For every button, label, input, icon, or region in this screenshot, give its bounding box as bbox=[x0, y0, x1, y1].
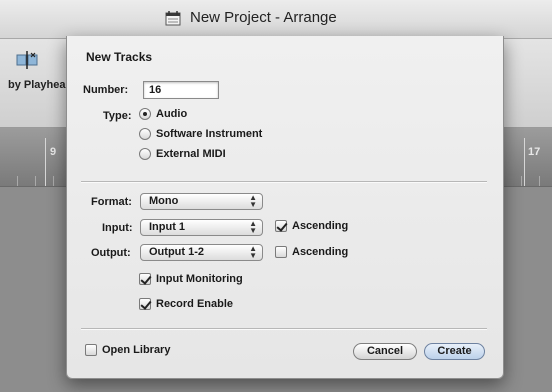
type-option-label: Audio bbox=[156, 108, 188, 120]
new-tracks-dialog: New Tracks Number: 16 Type: Audio Softwa… bbox=[66, 36, 504, 379]
checkbox-label: Input Monitoring bbox=[156, 273, 243, 285]
section-divider bbox=[81, 181, 487, 183]
window-titlebar: New Project - Arrange bbox=[0, 0, 552, 39]
checkbox-unchecked-icon bbox=[275, 246, 287, 258]
output-popup-value: Output 1-2 bbox=[149, 246, 204, 258]
checkbox-checked-icon bbox=[275, 220, 287, 232]
type-option-label: External MIDI bbox=[156, 148, 226, 160]
output-ascending-checkbox[interactable]: Ascending bbox=[275, 246, 348, 258]
window-title: New Project - Arrange bbox=[190, 9, 337, 26]
ruler-mark-9: 9 bbox=[50, 146, 57, 158]
input-label: Input: bbox=[102, 222, 133, 234]
radio-selected-icon bbox=[139, 108, 151, 120]
checkbox-label: Ascending bbox=[292, 246, 349, 258]
checkbox-checked-icon bbox=[139, 273, 151, 285]
popup-arrows-icon: ▲ ▼ bbox=[249, 219, 257, 235]
input-popup-value: Input 1 bbox=[149, 221, 186, 233]
format-popup[interactable]: Mono ▲ ▼ bbox=[140, 193, 263, 210]
format-popup-value: Mono bbox=[149, 195, 179, 207]
input-monitoring-checkbox[interactable]: Input Monitoring bbox=[139, 273, 243, 285]
create-button[interactable]: Create bbox=[424, 343, 485, 360]
type-radio-software-instrument[interactable]: Software Instrument bbox=[139, 128, 262, 140]
output-popup[interactable]: Output 1-2 ▲ ▼ bbox=[140, 244, 263, 261]
input-popup[interactable]: Input 1 ▲ ▼ bbox=[140, 219, 263, 236]
ruler-mark-17: 17 bbox=[528, 146, 541, 158]
number-field[interactable]: 16 bbox=[143, 81, 219, 99]
popup-arrows-icon: ▲ ▼ bbox=[249, 193, 257, 209]
checkbox-label: Record Enable bbox=[156, 298, 234, 310]
checkbox-unchecked-icon bbox=[85, 344, 97, 356]
toolbar-split-label[interactable]: by Playhead bbox=[8, 79, 72, 91]
output-label: Output: bbox=[91, 247, 131, 259]
format-label: Format: bbox=[91, 196, 132, 208]
cancel-button[interactable]: Cancel bbox=[353, 343, 417, 360]
type-option-label: Software Instrument bbox=[156, 128, 263, 140]
section-divider bbox=[81, 328, 487, 330]
open-library-checkbox[interactable]: Open Library bbox=[85, 344, 170, 356]
split-by-playhead-icon[interactable] bbox=[16, 51, 38, 69]
input-ascending-checkbox[interactable]: Ascending bbox=[275, 220, 348, 232]
type-label: Type: bbox=[103, 110, 132, 122]
popup-arrows-icon: ▲ ▼ bbox=[249, 244, 257, 260]
type-radio-audio[interactable]: Audio bbox=[139, 108, 187, 120]
checkbox-label: Open Library bbox=[102, 344, 171, 356]
type-radio-external-midi[interactable]: External MIDI bbox=[139, 148, 226, 160]
checkbox-label: Ascending bbox=[292, 220, 349, 232]
radio-unselected-icon bbox=[139, 148, 151, 160]
project-document-icon bbox=[165, 11, 181, 26]
radio-unselected-icon bbox=[139, 128, 151, 140]
checkbox-checked-icon bbox=[139, 298, 151, 310]
dialog-heading: New Tracks bbox=[86, 50, 153, 64]
number-label: Number: bbox=[83, 84, 129, 96]
record-enable-checkbox[interactable]: Record Enable bbox=[139, 298, 233, 310]
